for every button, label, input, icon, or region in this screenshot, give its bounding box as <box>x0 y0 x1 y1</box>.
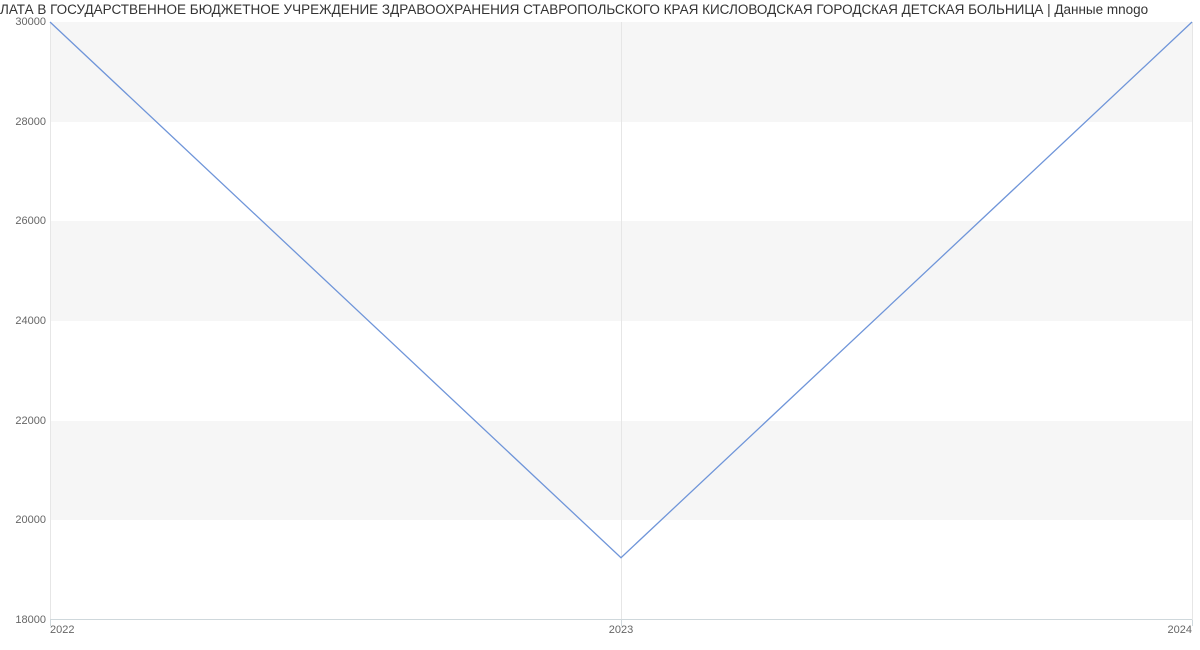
x-tick-label: 2023 <box>609 624 633 636</box>
y-tick-label: 18000 <box>2 614 46 626</box>
gridline-vertical <box>1192 22 1193 620</box>
y-tick-label: 26000 <box>2 215 46 227</box>
y-tick-label: 20000 <box>2 514 46 526</box>
x-tick-label: 2022 <box>50 624 74 636</box>
y-tick-label: 30000 <box>2 16 46 28</box>
x-tick-label: 2024 <box>1168 624 1192 636</box>
x-tick-mark <box>1192 620 1193 626</box>
y-tick-label: 28000 <box>2 116 46 128</box>
y-tick-label: 22000 <box>2 415 46 427</box>
chart-title: ЛАТА В ГОСУДАРСТВЕННОЕ БЮДЖЕТНОЕ УЧРЕЖДЕ… <box>0 2 1200 17</box>
plot-area <box>50 22 1192 620</box>
y-tick-label: 24000 <box>2 315 46 327</box>
line-layer <box>50 22 1192 620</box>
chart-container: ЛАТА В ГОСУДАРСТВЕННОЕ БЮДЖЕТНОЕ УЧРЕЖДЕ… <box>0 0 1200 650</box>
data-line <box>50 22 1192 558</box>
